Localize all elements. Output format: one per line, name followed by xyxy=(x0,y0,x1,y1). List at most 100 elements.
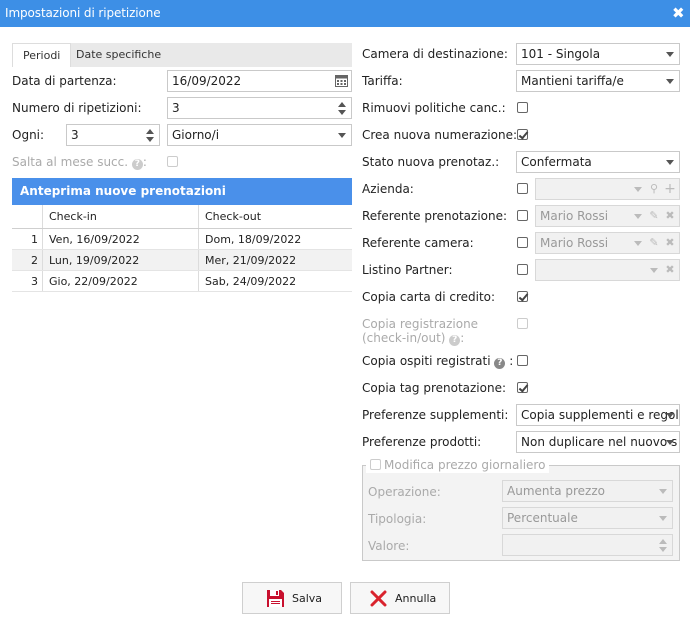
copy-tags-checkbox[interactable] xyxy=(517,382,528,393)
clear-icon[interactable]: ✖ xyxy=(664,237,676,249)
copy-guests-label: Copia ospiti registrati ? : xyxy=(362,354,514,369)
products-select[interactable]: Non duplicare nel nuovo s xyxy=(516,431,680,453)
copy-registration-checkbox[interactable] xyxy=(517,318,528,329)
type-label: Tipologia: xyxy=(368,512,427,526)
new-numbering-checkbox[interactable] xyxy=(517,129,528,140)
table-header-row: Check-in Check-out xyxy=(12,205,352,229)
copy-guests-checkbox[interactable] xyxy=(517,355,528,366)
floppy-disk-icon xyxy=(267,590,284,607)
checkout-cell: Dom, 18/09/2022 xyxy=(198,229,352,249)
edit-icon[interactable]: ✎ xyxy=(648,237,660,249)
close-icon[interactable]: ✖ xyxy=(672,5,686,21)
room-contact-combo[interactable]: Mario Rossi ✎ ✖ xyxy=(535,232,680,254)
copy-card-label: Copia carta di credito: xyxy=(362,290,496,304)
rate-label: Tariffa: xyxy=(362,74,403,88)
preview-header: Anteprima nuove prenotazioni xyxy=(12,178,352,205)
close-icon xyxy=(370,590,387,607)
tab-periodi[interactable]: Periodi xyxy=(12,43,72,67)
daily-price-legend[interactable]: Modifica prezzo giornaliero xyxy=(366,457,550,473)
chevron-down-icon xyxy=(633,179,643,199)
preview-table: Check-in Check-out 1 Ven, 16/09/2022 Dom… xyxy=(12,205,352,292)
chevron-down-icon xyxy=(633,233,643,253)
operation-select[interactable]: Aumenta prezzo xyxy=(502,480,673,502)
company-combo[interactable]: ⚲ + xyxy=(535,178,680,200)
every-unit-select[interactable]: Giorno/i xyxy=(167,124,352,146)
spinner-icon[interactable] xyxy=(337,100,347,116)
rate-value: Mantieni tariffa/e xyxy=(521,74,624,88)
every-label: Ogni: xyxy=(12,128,45,142)
room-select[interactable]: 101 - Singola xyxy=(516,43,680,65)
company-checkbox[interactable] xyxy=(517,183,528,194)
rate-select[interactable]: Mantieni tariffa/e xyxy=(516,70,680,92)
repetitions-value: 3 xyxy=(172,101,180,115)
search-icon[interactable]: ⚲ xyxy=(648,183,660,195)
save-button[interactable]: Salva xyxy=(242,582,342,614)
row-number: 3 xyxy=(31,274,38,288)
partner-list-checkbox[interactable] xyxy=(517,264,528,275)
add-icon[interactable]: + xyxy=(664,182,676,196)
chevron-down-icon xyxy=(633,206,643,226)
title-bar: Impostazioni di ripetizione ✖ xyxy=(0,0,690,27)
start-date-label: Data di partenza: xyxy=(12,74,117,88)
booking-contact-checkbox[interactable] xyxy=(517,210,528,221)
edit-icon[interactable]: ✎ xyxy=(648,210,660,222)
supplements-value: Copia supplementi e regol xyxy=(521,408,679,422)
column-header-checkin: Check-in xyxy=(42,205,198,228)
spinner-icon[interactable] xyxy=(145,127,155,143)
calendar-icon[interactable] xyxy=(335,74,348,87)
help-icon: ? xyxy=(494,358,506,369)
chevron-down-icon xyxy=(665,152,675,172)
type-select[interactable]: Percentuale xyxy=(502,507,673,529)
cancel-label: Annulla xyxy=(395,592,437,605)
table-row[interactable]: 3 Gio, 22/09/2022 Sab, 24/09/2022 xyxy=(12,271,352,292)
every-stepper[interactable]: 3 xyxy=(66,124,160,146)
window-title: Impostazioni di ripetizione xyxy=(5,6,161,20)
company-label: Azienda: xyxy=(362,182,414,196)
room-label: Camera di destinazione: xyxy=(362,47,508,61)
booking-contact-value: Mario Rossi xyxy=(540,209,609,223)
checkin-cell: Gio, 22/09/2022 xyxy=(42,271,198,291)
help-icon: ? xyxy=(131,159,143,170)
start-date-field[interactable]: 16/09/2022 xyxy=(167,70,352,92)
value-label: Valore: xyxy=(368,539,410,553)
copy-tags-label: Copia tag prenotazione: xyxy=(362,381,507,395)
copy-card-checkbox[interactable] xyxy=(517,291,528,302)
operation-value: Aumenta prezzo xyxy=(507,484,605,498)
value-stepper[interactable] xyxy=(502,534,673,556)
table-row[interactable]: 2 Lun, 19/09/2022 Mer, 21/09/2022 xyxy=(12,250,352,271)
every-unit-value: Giorno/i xyxy=(172,128,220,142)
status-select[interactable]: Confermata xyxy=(516,151,680,173)
spinner-icon[interactable] xyxy=(658,537,668,553)
chevron-down-icon xyxy=(658,481,668,501)
status-value: Confermata xyxy=(521,155,592,169)
clear-icon[interactable]: ✖ xyxy=(664,264,676,276)
partner-list-combo[interactable]: ✖ xyxy=(535,259,680,281)
every-value: 3 xyxy=(71,128,79,142)
start-date-value: 16/09/2022 xyxy=(172,74,242,88)
checkout-cell: Mer, 21/09/2022 xyxy=(198,250,352,270)
chevron-down-icon xyxy=(665,432,675,452)
supplements-label: Preferenze supplementi: xyxy=(362,408,509,422)
clear-icon[interactable]: ✖ xyxy=(664,210,676,222)
column-header-checkout: Check-out xyxy=(198,205,352,228)
room-contact-value: Mario Rossi xyxy=(540,236,609,250)
type-value: Percentuale xyxy=(507,511,578,525)
tab-date-specifiche[interactable]: Date specifiche xyxy=(66,43,171,67)
daily-price-checkbox[interactable] xyxy=(370,459,381,470)
chevron-down-icon xyxy=(665,71,675,91)
table-row[interactable]: 1 Ven, 16/09/2022 Dom, 18/09/2022 xyxy=(12,229,352,250)
checkin-cell: Lun, 19/09/2022 xyxy=(42,250,198,270)
supplements-select[interactable]: Copia supplementi e regol xyxy=(516,404,680,426)
new-numbering-label: Crea nuova numerazione: xyxy=(362,128,517,142)
copy-registration-label: Copia registrazione (check-in/out) ?: xyxy=(362,317,479,346)
room-contact-label: Referente camera: xyxy=(362,236,474,250)
chevron-down-icon xyxy=(658,508,668,528)
booking-contact-combo[interactable]: Mario Rossi ✎ ✖ xyxy=(535,205,680,227)
cancel-button[interactable]: Annulla xyxy=(350,582,450,614)
repetitions-stepper[interactable]: 3 xyxy=(167,97,352,119)
skip-month-checkbox[interactable] xyxy=(167,156,178,167)
room-contact-checkbox[interactable] xyxy=(517,237,528,248)
remove-policies-checkbox[interactable] xyxy=(517,102,528,113)
checkout-cell: Sab, 24/09/2022 xyxy=(198,271,352,291)
save-label: Salva xyxy=(292,592,323,605)
